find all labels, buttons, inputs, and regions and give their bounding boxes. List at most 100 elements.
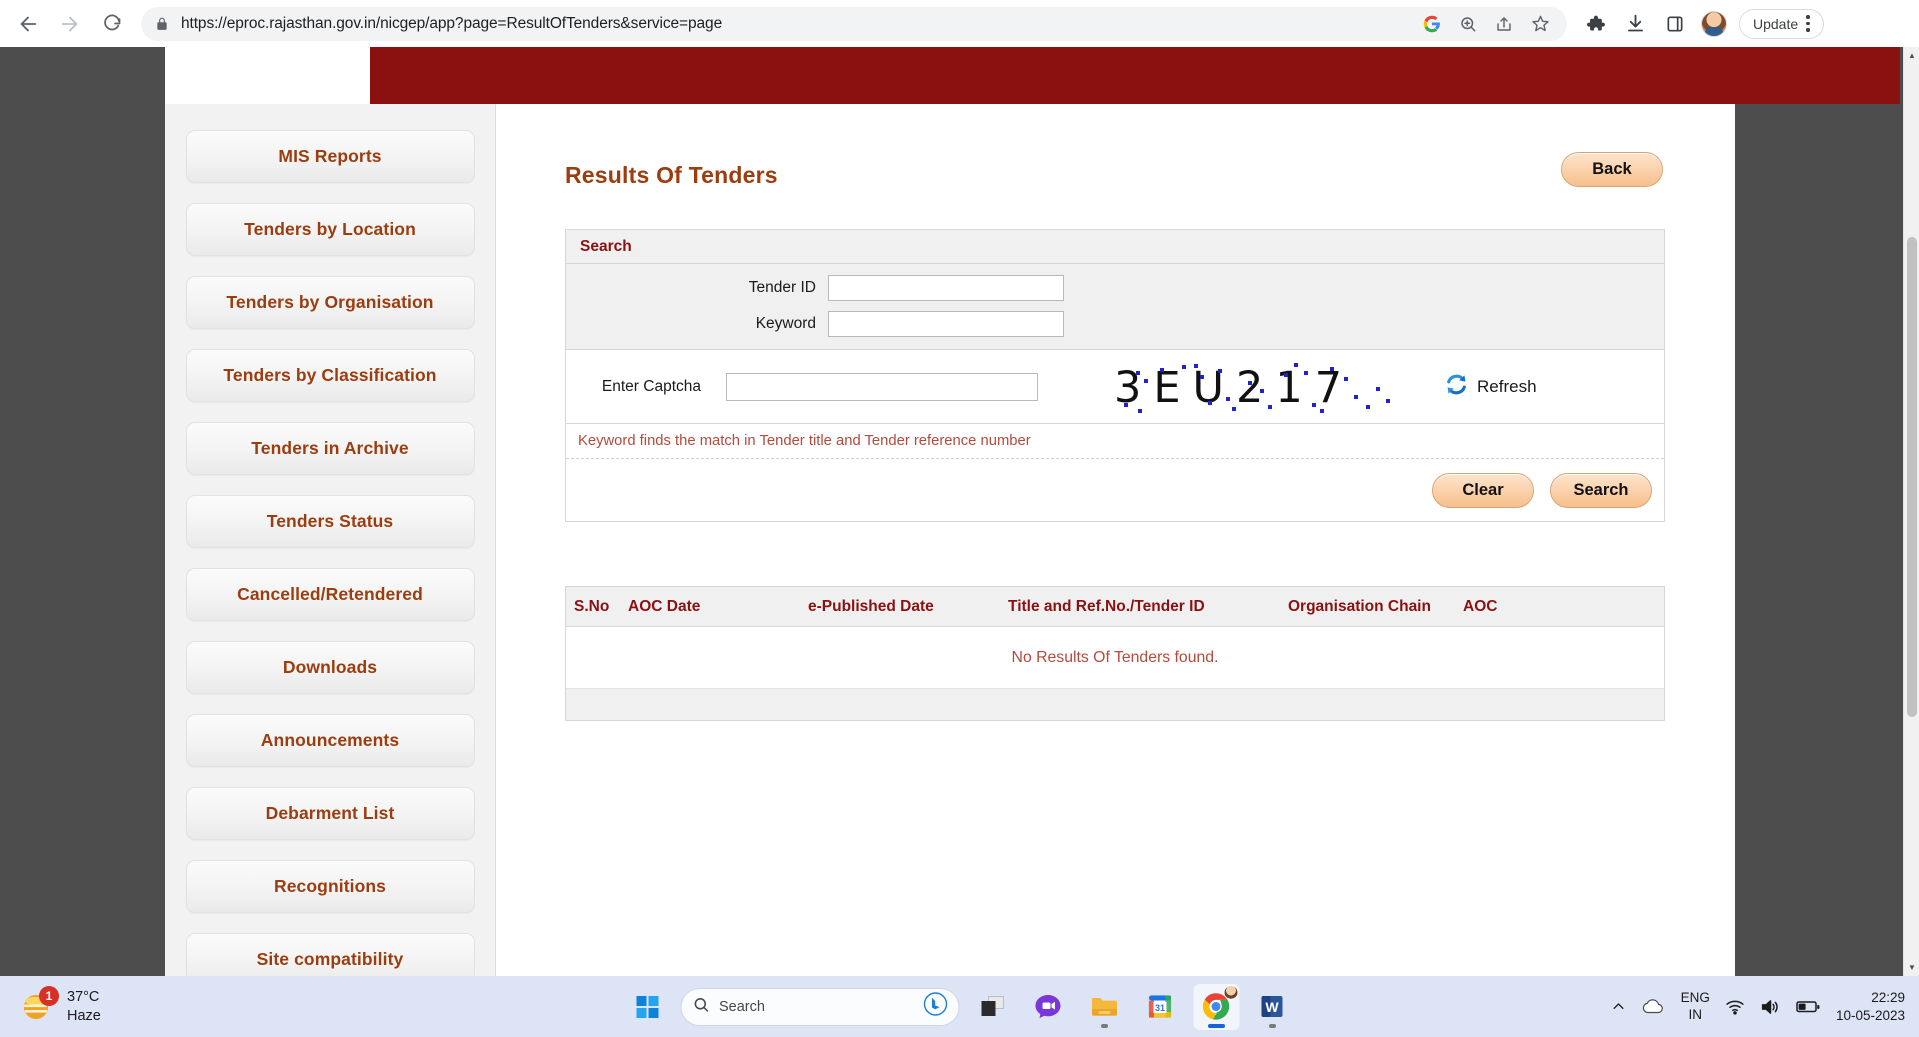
language-line-2: IN: [1688, 1006, 1703, 1022]
weather-widget[interactable]: 1 37°C Haze: [20, 986, 101, 1025]
refresh-captcha-button[interactable]: Refresh: [1444, 372, 1537, 402]
bing-chat-icon[interactable]: [923, 992, 947, 1021]
update-button[interactable]: Update: [1739, 8, 1824, 39]
back-button-label: Back: [1592, 160, 1632, 178]
results-table-header: S.No AOC Date e-Published Date Title and…: [566, 587, 1664, 627]
svg-text:31: 31: [1155, 1003, 1165, 1013]
sidebar-item-label: Recognitions: [273, 876, 387, 896]
sidebar-item-label: Tenders Status: [266, 511, 394, 531]
column-header-aoc: AOC: [1463, 597, 1498, 615]
file-explorer-icon[interactable]: [1081, 984, 1127, 1030]
puzzle-piece-icon[interactable]: [1581, 10, 1609, 38]
svg-text:W: W: [1265, 999, 1279, 1015]
sidebar-item-label: Tenders by Classification: [223, 365, 437, 385]
back-button[interactable]: Back: [1561, 152, 1663, 187]
search-panel-title: Search: [566, 230, 1664, 264]
browser-toolbar: https://eproc.rajasthan.gov.in/nicgep/ap…: [0, 0, 1919, 47]
chevron-up-icon[interactable]: [1611, 999, 1626, 1014]
sidebar-item-tenders-by-location[interactable]: Tenders by Location: [185, 203, 475, 256]
sidebar-item-downloads[interactable]: Downloads: [185, 641, 475, 694]
sidebar-item-recognitions[interactable]: Recognitions: [185, 860, 475, 913]
haze-weather-icon: 1: [20, 986, 59, 1023]
search-button[interactable]: Search: [1550, 472, 1652, 508]
tender-id-input[interactable]: [828, 274, 1064, 301]
google-g-icon[interactable]: [1421, 13, 1443, 35]
star-icon[interactable]: [1529, 13, 1551, 35]
column-header-epublished-date: e-Published Date: [808, 597, 934, 615]
refresh-label: Refresh: [1477, 376, 1537, 396]
lock-icon: [155, 17, 169, 31]
clock-time: 22:29: [1871, 989, 1905, 1005]
language-line-1: ENG: [1680, 990, 1710, 1006]
microsoft-word-icon[interactable]: W: [1249, 984, 1295, 1030]
sidebar-item-site-compatibility[interactable]: Site compatibility: [185, 933, 475, 976]
clear-button[interactable]: Clear: [1432, 472, 1534, 508]
start-windows-icon[interactable]: [624, 984, 670, 1030]
active-indicator: [1207, 1024, 1225, 1028]
back-arrow-icon[interactable]: [8, 4, 48, 44]
sidebar-item-label: Downloads: [282, 657, 378, 677]
windows-taskbar: 1 37°C Haze Search 31 W ENG IN 22:29 10-…: [0, 976, 1919, 1037]
url-text: https://eproc.rajasthan.gov.in/nicgep/ap…: [181, 14, 723, 32]
tender-id-label: Tender ID: [748, 278, 816, 296]
language-indicator[interactable]: ENG IN: [1681, 990, 1710, 1023]
google-chrome-icon[interactable]: [1193, 983, 1239, 1030]
search-icon: [692, 996, 709, 1018]
sidebar-item-debarment-list[interactable]: Debarment List: [185, 787, 475, 840]
teams-chat-icon[interactable]: [1025, 984, 1071, 1030]
sidebar-item-tenders-by-classification[interactable]: Tenders by Classification: [185, 349, 475, 402]
system-tray: ENG IN 22:29 10-05-2023: [1611, 989, 1905, 1024]
keyword-input[interactable]: [828, 310, 1064, 337]
table-footer: [566, 689, 1664, 720]
scroll-up-arrow-icon[interactable]: ▲: [1904, 47, 1919, 64]
scrollbar-thumb[interactable]: [1907, 237, 1917, 717]
keyword-row: Keyword: [566, 308, 1664, 339]
zoom-search-icon[interactable]: [1457, 13, 1479, 35]
results-table: S.No AOC Date e-Published Date Title and…: [565, 586, 1665, 721]
captcha-image: 3EU217: [1108, 358, 1430, 415]
search-action-buttons: Clear Search: [566, 459, 1664, 521]
sidebar-item-label: MIS Reports: [278, 146, 382, 166]
notification-badge: 1: [39, 986, 59, 1006]
side-panel-icon[interactable]: [1661, 10, 1689, 38]
wifi-icon[interactable]: [1725, 998, 1745, 1015]
taskbar-search-box[interactable]: Search: [680, 987, 959, 1026]
forward-arrow-icon[interactable]: [50, 4, 90, 44]
sidebar-item-label: Cancelled/Retendered: [237, 584, 423, 604]
sidebar-item-label: Announcements: [260, 730, 400, 750]
battery-icon[interactable]: [1796, 999, 1821, 1014]
sidebar-item-tenders-status[interactable]: Tenders Status: [185, 495, 475, 548]
page-scrollbar[interactable]: ▲ ▼: [1903, 47, 1919, 976]
download-icon[interactable]: [1621, 10, 1649, 38]
page-viewport: MIS Reports Tenders by Location Tenders …: [0, 47, 1919, 976]
weather-temperature: 37°C: [67, 988, 100, 1005]
avatar[interactable]: [1701, 10, 1727, 37]
update-label: Update: [1753, 15, 1799, 32]
sidebar-item-cancelled-retendered[interactable]: Cancelled/Retendered: [185, 568, 475, 621]
search-fields: Tender ID Keyword: [566, 264, 1664, 350]
onedrive-cloud-icon[interactable]: [1641, 998, 1666, 1015]
sidebar-item-announcements[interactable]: Announcements: [185, 714, 475, 767]
column-header-organisation-chain: Organisation Chain: [1288, 597, 1431, 615]
logo-area: [330, 47, 370, 104]
reload-icon[interactable]: [92, 4, 132, 44]
captcha-row: Enter Captcha 3EU217 Refresh: [566, 350, 1664, 424]
running-indicator: [1100, 1024, 1108, 1028]
page-title: Results Of Tenders: [565, 162, 778, 188]
clock[interactable]: 22:29 10-05-2023: [1836, 989, 1905, 1024]
captcha-input[interactable]: [726, 372, 1038, 401]
speaker-icon[interactable]: [1760, 998, 1781, 1016]
kebab-menu-icon[interactable]: [1806, 15, 1810, 32]
scroll-down-arrow-icon[interactable]: ▼: [1904, 959, 1919, 976]
column-header-title-ref: Title and Ref.No./Tender ID: [1008, 597, 1205, 615]
column-header-sno: S.No: [574, 597, 610, 615]
captcha-label: Enter Captcha: [601, 377, 701, 395]
sidebar-item-tenders-in-archive[interactable]: Tenders in Archive: [185, 422, 475, 475]
share-icon[interactable]: [1493, 13, 1515, 35]
clock-date: 10-05-2023: [1835, 1007, 1905, 1023]
google-calendar-icon[interactable]: 31: [1137, 984, 1183, 1030]
sidebar-item-mis-reports[interactable]: MIS Reports: [185, 130, 475, 183]
address-bar[interactable]: https://eproc.rajasthan.gov.in/nicgep/ap…: [141, 6, 1567, 41]
sidebar-item-tenders-by-organisation[interactable]: Tenders by Organisation: [185, 276, 475, 329]
task-view-icon[interactable]: [969, 984, 1015, 1030]
